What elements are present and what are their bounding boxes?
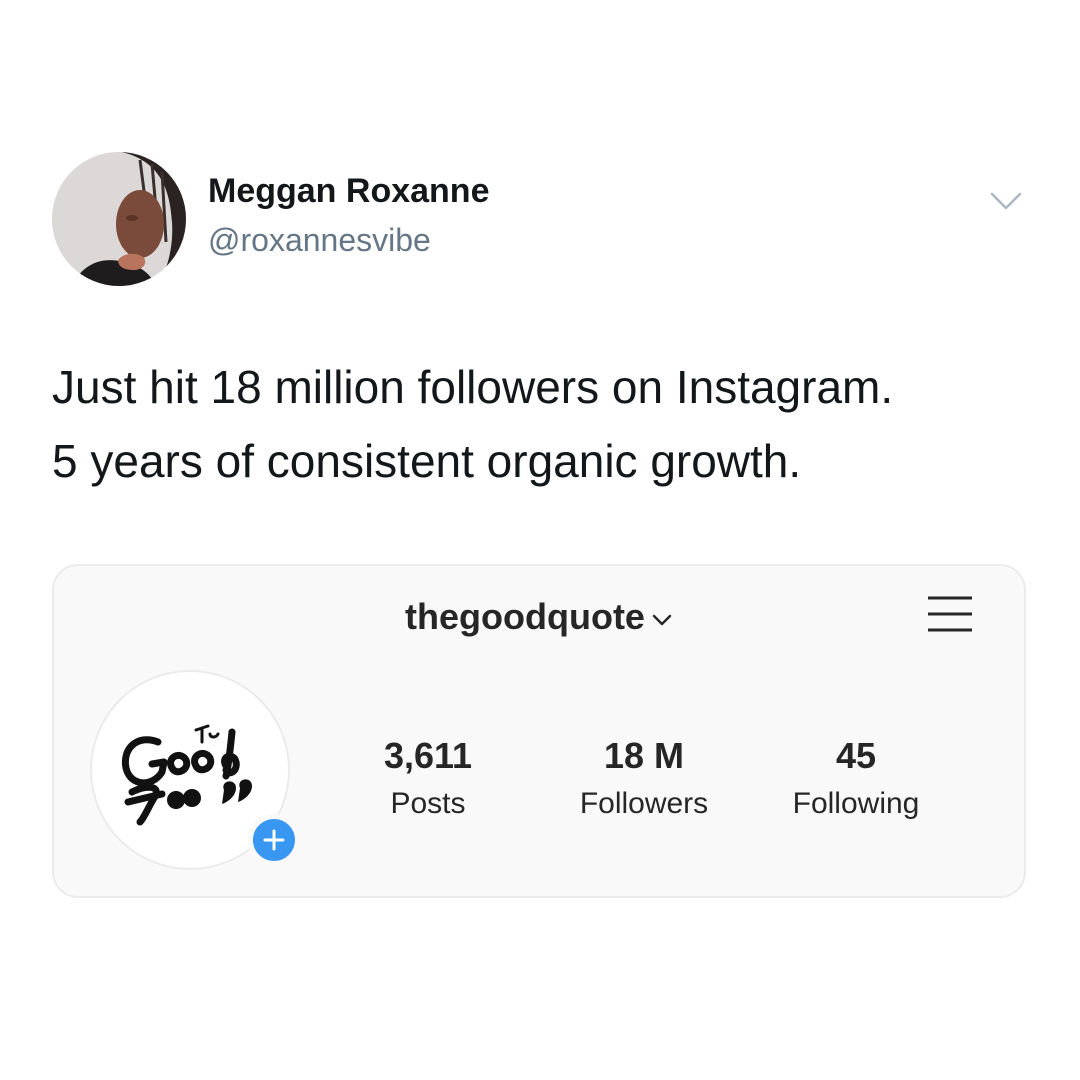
chevron-down-icon bbox=[651, 595, 673, 637]
posts-stat[interactable]: 3,611 Posts bbox=[328, 734, 528, 824]
author-avatar[interactable] bbox=[52, 152, 186, 286]
instagram-menu-button[interactable] bbox=[926, 594, 974, 634]
tweet-text: Just hit 18 million followers on Instagr… bbox=[52, 350, 1042, 498]
tweet-text-line: 5 years of consistent organic growth. bbox=[52, 435, 802, 487]
author-handle[interactable]: @roxannesvibe bbox=[208, 222, 431, 259]
tweet-text-line: Just hit 18 million followers on Instagr… bbox=[52, 361, 894, 413]
tweet-screenshot: Meggan Roxanne @roxannesvibe Just hit 18… bbox=[0, 0, 1080, 1080]
instagram-username-switcher[interactable]: thegoodquote bbox=[54, 596, 1024, 638]
followers-stat[interactable]: 18 M Followers bbox=[544, 734, 744, 824]
following-count: 45 bbox=[835, 735, 877, 776]
instagram-username: thegoodquote bbox=[405, 596, 645, 637]
following-label: Following bbox=[792, 787, 920, 820]
chevron-down-icon bbox=[990, 192, 1022, 210]
following-stat[interactable]: 45 Following bbox=[756, 734, 956, 824]
followers-count: 18 M bbox=[603, 735, 685, 776]
posts-count: 3,611 bbox=[383, 735, 473, 776]
tweet-menu-button[interactable] bbox=[984, 182, 1028, 222]
avatar-photo bbox=[52, 152, 186, 286]
followers-label: Followers bbox=[579, 787, 709, 820]
add-story-button[interactable] bbox=[248, 814, 300, 866]
plus-icon bbox=[263, 829, 285, 851]
instagram-profile-card: thegoodquote 3,611 Posts 18 M Followers … bbox=[52, 564, 1026, 898]
hamburger-menu-icon bbox=[928, 596, 972, 632]
author-name[interactable]: Meggan Roxanne bbox=[208, 172, 489, 211]
posts-label: Posts bbox=[390, 787, 466, 820]
